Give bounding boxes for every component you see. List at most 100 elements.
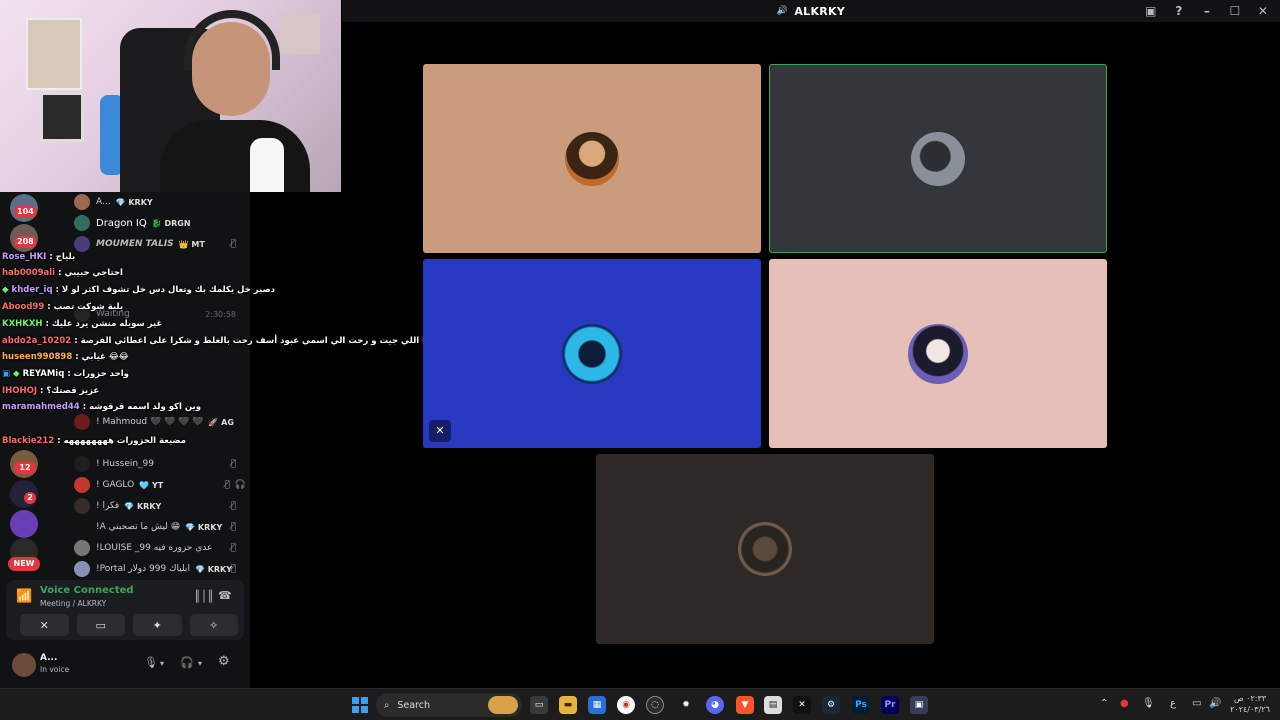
language-indicator[interactable]: ع <box>1170 698 1176 709</box>
participant-avatar <box>565 131 619 186</box>
tray-app-icon[interactable]: ● <box>1120 698 1129 709</box>
store-icon[interactable]: ▦ <box>588 696 606 714</box>
user-panel: A... In voice 🎙 ▾ 🎧 ▾ ⚙ <box>0 644 250 688</box>
close-button[interactable]: ✕ <box>1256 4 1270 18</box>
muted-icon: 🎙̸ <box>230 543 236 553</box>
member-tag: 💎 KRKY <box>194 564 233 574</box>
steam-vr-icon[interactable]: ✹ <box>677 696 695 714</box>
window-controls: ▣ ? – ☐ ✕ <box>1144 0 1270 22</box>
screen-share-button[interactable]: ▭ <box>76 614 125 636</box>
chevron-down-icon[interactable]: ▾ <box>198 659 202 668</box>
chat-user: huseen990898 <box>2 352 73 362</box>
search-label: Search <box>397 699 430 711</box>
server-badge: 104 <box>14 206 37 218</box>
discord-icon[interactable]: ◕ <box>706 696 724 714</box>
inbox-icon[interactable]: ▣ <box>1144 4 1158 18</box>
search-icon: ⌕ <box>384 699 390 711</box>
network-icon[interactable]: ▭ <box>1192 698 1201 709</box>
settings-gear-icon[interactable]: ⚙ <box>218 654 230 669</box>
member-row[interactable]: !Portal ابلياك 999 دولار 💎 KRKY 🎙̸ <box>74 559 246 579</box>
server-icon[interactable] <box>10 510 38 538</box>
speaker-icon: 🔊 <box>776 6 789 16</box>
start-button[interactable] <box>352 697 368 713</box>
volume-icon[interactable]: 🔊 <box>1209 698 1221 709</box>
avatar <box>74 456 90 472</box>
chat-message: : غير سويله منشن يرد عليك <box>45 319 163 329</box>
wall-frame <box>40 92 84 142</box>
brave-icon[interactable]: ▼ <box>736 696 754 714</box>
diamond-icon: ◆ <box>13 369 20 379</box>
chat-user: abdo2a_10202 <box>2 336 72 346</box>
help-icon[interactable]: ? <box>1172 4 1186 18</box>
app-icon[interactable]: ▤ <box>764 696 782 714</box>
badge-icon: ▣ <box>2 369 11 379</box>
voice-channel[interactable]: Meeting / ALKRKY <box>40 599 106 608</box>
premiere-icon[interactable]: Pr <box>881 696 899 714</box>
maximize-button[interactable]: ☐ <box>1228 4 1242 18</box>
member-name: Dragon IQ <box>96 217 147 229</box>
chat-user: KXHKXH <box>2 319 43 329</box>
noise-suppression-icon[interactable]: ║│║ <box>194 590 214 603</box>
user-avatar[interactable] <box>12 653 36 677</box>
microphone-icon[interactable]: 🎙 <box>144 656 158 669</box>
participant-tile[interactable] <box>769 259 1107 448</box>
app-window-icon[interactable]: ▣ <box>910 696 928 714</box>
voice-action-buttons: ✕ ▭ ✦ ✧ <box>20 614 238 636</box>
participant-tile[interactable] <box>596 454 934 644</box>
stream-chat-overlay: Rose_HKI : بلياج hab0009ali : احتاجي حبي… <box>2 250 431 450</box>
muted-icon: 🎙̸ <box>230 501 236 511</box>
steam-icon[interactable]: ⚙ <box>822 696 840 714</box>
chat-user: Abood99 <box>2 302 45 312</box>
participant-tile[interactable]: ✕ <box>423 259 761 448</box>
disconnect-icon[interactable]: ☎ <box>218 589 232 602</box>
member-row[interactable]: ! GAGLO 🩵 YT 🎙̸ 🎧 <box>74 475 246 495</box>
member-row[interactable]: !LOUISE _99 عدي حزوره فيه 🎙̸ <box>74 538 246 558</box>
participant-tile[interactable] <box>423 64 761 253</box>
chat-line: KXHKXH : غير سويله منشن يرد عليك <box>2 317 162 331</box>
headphones-icon[interactable]: 🎧 <box>180 656 194 669</box>
chat-message: : غيابي 😂😂 <box>75 352 129 362</box>
member-row[interactable]: Dragon IQ 🐉 DRGN <box>74 213 246 233</box>
signal-icon[interactable]: 📶 <box>16 589 32 604</box>
task-view-icon[interactable]: ▭ <box>530 696 548 714</box>
muted-icon: 🎙̸ <box>230 459 236 469</box>
window-title: 🔊 ALKRKY <box>777 5 845 18</box>
taskbar-clock[interactable]: ٠٢:٣٣ ص ٢٠٢٤/٠٣/٢٦ <box>1228 693 1272 715</box>
chat-message: : واحد حزورات <box>67 369 129 379</box>
chat-user: khder_iq <box>11 285 53 295</box>
activities-button[interactable]: ✦ <box>133 614 182 636</box>
member-row[interactable]: A... 💎 KRKY <box>74 192 246 212</box>
minimize-button[interactable]: – <box>1200 4 1214 18</box>
member-name: !Portal ابلياك 999 دولار <box>96 564 190 574</box>
camera-off-button[interactable]: ✕ <box>20 614 69 636</box>
obs-icon[interactable]: ◌ <box>646 696 664 714</box>
chrome-icon[interactable]: ◉ <box>617 696 635 714</box>
member-row[interactable]: ! Hussein_99 🎙̸ <box>74 454 246 474</box>
capcut-icon[interactable]: ✕ <box>793 696 811 714</box>
chat-message: : انا اللي جيت و رحت الي اسمي عبود أسف ر… <box>74 336 432 346</box>
photoshop-icon[interactable]: Ps <box>852 696 870 714</box>
member-row[interactable]: ! فكرا 💎 KRKY 🎙̸ <box>74 496 246 516</box>
diamond-icon: ◆ <box>2 285 9 295</box>
chevron-down-icon[interactable]: ▾ <box>160 659 164 668</box>
window-titlebar: 🔊 ALKRKY ▣ ? – ☐ ✕ <box>342 0 1280 22</box>
chevron-up-icon[interactable]: ⌃ <box>1100 698 1108 709</box>
member-name: A... <box>96 197 111 207</box>
chat-user: hab0009ali <box>2 268 56 278</box>
chat-user: Blackie212 <box>2 436 55 446</box>
wall-plaque <box>26 18 82 90</box>
member-row[interactable]: !A ليش ما تصحبني 😁 💎 KRKY 🎙̸ <box>74 517 246 537</box>
member-name: ! فكرا <box>96 501 120 511</box>
soundboard-button[interactable]: ✧ <box>189 614 238 636</box>
server-badge: 208 <box>14 236 37 248</box>
user-name[interactable]: A... <box>40 653 57 663</box>
taskbar-search[interactable]: ⌕ Search <box>376 693 522 717</box>
voice-status[interactable]: Voice Connected <box>40 585 134 596</box>
chat-user: maramahmed44 <box>2 402 80 412</box>
avatar <box>74 561 90 577</box>
participant-avatar <box>908 323 968 384</box>
file-explorer-icon[interactable]: ▬ <box>559 696 577 714</box>
participant-tile-speaking[interactable] <box>769 64 1107 253</box>
microphone-icon[interactable]: 🎙 <box>1142 698 1155 709</box>
avatar <box>74 519 90 535</box>
